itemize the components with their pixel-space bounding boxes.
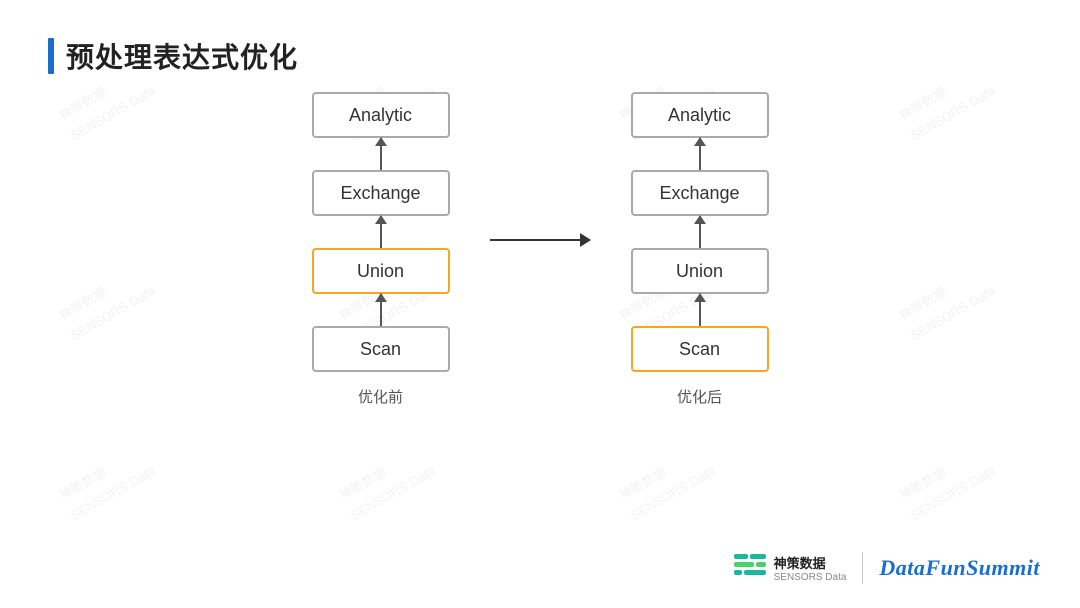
h-arrow-head bbox=[580, 233, 591, 247]
datafun-summit-text: DataFunSummit bbox=[879, 555, 1040, 581]
diagram-before-label: 优化前 bbox=[358, 386, 403, 407]
diagram-after-label: 优化后 bbox=[677, 386, 722, 407]
node-scan-after-label: Scan bbox=[679, 339, 720, 360]
header-accent-bar bbox=[48, 38, 54, 74]
node-union-after-label: Union bbox=[676, 261, 723, 282]
node-union-before: Union bbox=[312, 248, 450, 294]
wm9: 神策数据SENSORS Data bbox=[55, 439, 160, 527]
diagrams-wrapper: Analytic Exchange Union Scan 优化前 bbox=[0, 92, 1080, 407]
slide: 神策数据SENSORS Data 神策数据SENSORS Data 神策数据SE… bbox=[0, 0, 1080, 608]
arrow-analytic-exchange-after bbox=[699, 138, 701, 170]
node-analytic-after: Analytic bbox=[631, 92, 769, 138]
node-exchange-after: Exchange bbox=[631, 170, 769, 216]
node-exchange-before: Exchange bbox=[312, 170, 450, 216]
diagram-before: Analytic Exchange Union Scan 优化前 bbox=[312, 92, 450, 407]
brand-name-cn: 神策数据 bbox=[774, 553, 847, 572]
page-title: 预处理表达式优化 bbox=[66, 36, 298, 76]
header: 预处理表达式优化 bbox=[0, 0, 1080, 76]
arrow-union-scan-after bbox=[699, 294, 701, 326]
node-analytic-after-label: Analytic bbox=[668, 105, 731, 126]
nodes-column-after: Analytic Exchange Union Scan bbox=[631, 92, 769, 372]
brand-text-group: 神策数据 SENSORS Data bbox=[774, 553, 847, 583]
node-union-before-label: Union bbox=[357, 261, 404, 282]
arrow-exchange-union-after bbox=[699, 216, 701, 248]
node-scan-before: Scan bbox=[312, 326, 450, 372]
node-union-after: Union bbox=[631, 248, 769, 294]
arrow-analytic-exchange-before bbox=[380, 138, 382, 170]
nodes-column-before: Analytic Exchange Union Scan bbox=[312, 92, 450, 372]
brand-name-en: SENSORS Data bbox=[774, 572, 847, 583]
h-arrow-line bbox=[490, 239, 580, 241]
wm10: 神策数据SENSORS Data bbox=[335, 439, 440, 527]
brand-section: 神策数据 SENSORS Data bbox=[734, 553, 847, 583]
node-analytic-before: Analytic bbox=[312, 92, 450, 138]
transform-arrow bbox=[490, 233, 591, 247]
node-scan-before-label: Scan bbox=[360, 339, 401, 360]
node-analytic-before-label: Analytic bbox=[349, 105, 412, 126]
wm12: 神策数据SENSORS Data bbox=[895, 439, 1000, 527]
node-scan-after: Scan bbox=[631, 326, 769, 372]
diagram-after: Analytic Exchange Union Scan 优化后 bbox=[631, 92, 769, 407]
arrow-union-scan-before bbox=[380, 294, 382, 326]
wm11: 神策数据SENSORS Data bbox=[615, 439, 720, 527]
node-exchange-before-label: Exchange bbox=[340, 183, 420, 204]
node-exchange-after-label: Exchange bbox=[659, 183, 739, 204]
brand-logo-icon bbox=[734, 554, 766, 582]
footer-divider bbox=[862, 552, 863, 584]
arrow-exchange-union-before bbox=[380, 216, 382, 248]
footer: 神策数据 SENSORS Data DataFunSummit bbox=[734, 552, 1040, 584]
